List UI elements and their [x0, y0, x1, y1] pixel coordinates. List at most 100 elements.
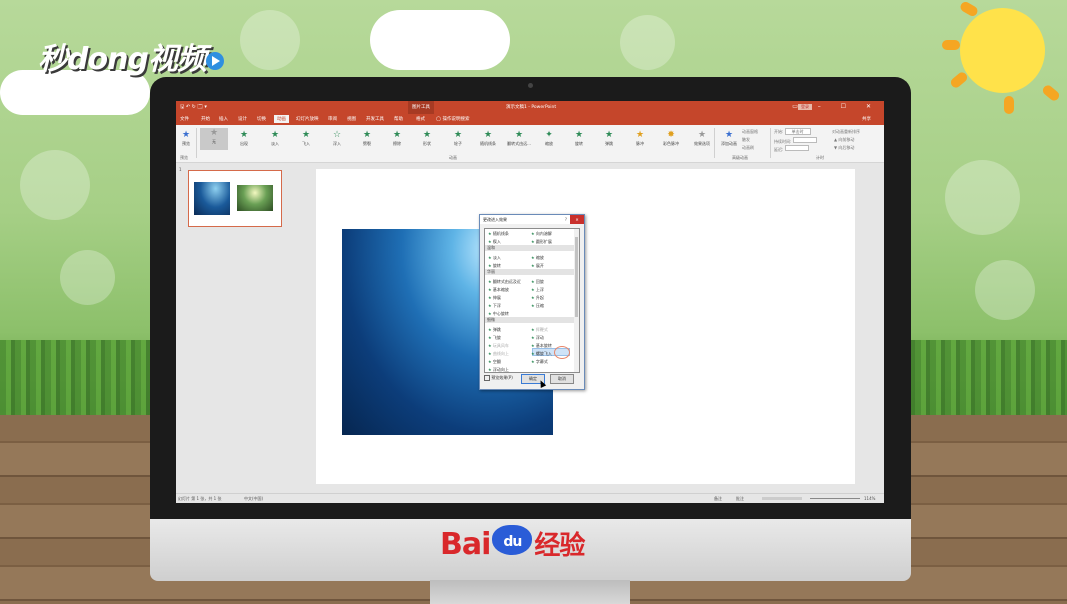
tab-animations[interactable]: 动画 [274, 115, 289, 123]
trigger-button[interactable]: 触发 [742, 137, 750, 143]
effect-list-item[interactable]: ★ 翻转式由远及近 [488, 279, 521, 285]
preview-button[interactable]: ★ 预览 [177, 130, 195, 147]
effect-list-item[interactable]: ★ 曲线向上 [488, 351, 509, 357]
effect-list-item[interactable]: ★ 缩放 [531, 255, 544, 261]
dialog-close-button[interactable]: ✕ [570, 215, 584, 224]
effect-wipe[interactable]: ★ 擦除 [388, 130, 406, 147]
tab-help[interactable]: 帮助 [394, 116, 403, 122]
effect-list-item[interactable]: ★ 基本旋转 [531, 343, 552, 349]
effect-list-item[interactable]: ★ 伸展 [488, 295, 501, 301]
slide-thumbnail[interactable] [188, 170, 282, 227]
effect-list-item[interactable]: ★ 压缩 [531, 303, 544, 309]
move-later-button[interactable]: ▼ 向后移动 [834, 145, 854, 151]
effect-wheel[interactable]: ★ 轮子 [449, 130, 467, 147]
effect-list-item[interactable]: ★ 中心旋转 [488, 311, 509, 317]
effect-list-item[interactable]: ★ 楔入 [488, 239, 501, 245]
effect-grow-turn[interactable]: ★ 翻转式由远... [504, 130, 534, 147]
effect-list-item[interactable]: ★ 回旋 [531, 279, 544, 285]
effect-list-item[interactable]: ★ 弹跳 [488, 327, 501, 333]
quick-access-toolbar[interactable]: 🖫 ↶ ↻ 🗔 ▾ [180, 104, 207, 112]
effect-list[interactable]: 温和 华丽 细微 ★ 随机线条 ★ 向内溶解 ★ 楔入 ★ 圆形扩展 ★ 淡入 ★ 缩放 ★… [484, 228, 580, 373]
effect-color-pulse[interactable]: ✸ 彩色脉冲 [660, 130, 682, 147]
effect-list-item-label: 升起 [535, 295, 544, 300]
effect-none[interactable]: ★ 无 [200, 128, 228, 150]
effect-list-item[interactable]: ★ 玩具风车 [488, 343, 509, 349]
effect-list-item[interactable]: ★ 空翻 [488, 359, 501, 365]
effect-split[interactable]: ★ 劈裂 [358, 130, 376, 147]
zoom-slider[interactable] [810, 498, 860, 499]
cancel-button[interactable]: 取消 [550, 374, 574, 384]
duration-input[interactable] [792, 137, 817, 143]
tab-slideshow[interactable]: 幻灯片放映 [296, 116, 319, 122]
star-icon: ★ [483, 130, 493, 140]
animation-pane-button[interactable]: 动画窗格 [742, 129, 758, 135]
help-button[interactable]: ? [565, 215, 567, 224]
move-earlier-button[interactable]: ▲ 向前移动 [834, 137, 854, 143]
effect-zoom[interactable]: ✦ 缩放 [540, 130, 558, 147]
tab-insert[interactable]: 插入 [219, 116, 228, 122]
tab-developer[interactable]: 开发工具 [366, 116, 384, 122]
effect-list-item[interactable]: ★ 旋转 [488, 263, 501, 269]
sun-ray [958, 0, 980, 18]
delay-input[interactable] [784, 145, 809, 151]
effect-list-item[interactable]: ★ 浮动 [531, 335, 544, 341]
add-animation-label: 添加动画 [721, 141, 737, 146]
ribbon-separator [714, 128, 715, 158]
effect-list-item[interactable]: ★ 下浮 [488, 303, 501, 309]
effect-list-item[interactable]: ★ 展开 [531, 263, 544, 269]
tell-me-box[interactable]: ◯ 操作说明搜索 [436, 116, 469, 122]
effect-float-in[interactable]: ☆ 浮入 [328, 130, 346, 147]
effect-swivel[interactable]: ★ 旋转 [570, 130, 588, 147]
tab-design[interactable]: 设计 [238, 116, 247, 122]
brand-logo: 秒dong视频 [38, 34, 224, 78]
effect-random-bars[interactable]: ★ 随机线条 [477, 130, 499, 147]
ribbon-separator [196, 128, 197, 158]
star-icon: ★ [270, 130, 280, 140]
effect-list-item[interactable]: ★ 字幕式 [531, 359, 548, 365]
effect-pulse[interactable]: ★ 脉冲 [631, 130, 649, 147]
view-buttons[interactable] [762, 497, 802, 500]
effect-fly-in[interactable]: ★ 飞入 [297, 130, 315, 147]
status-language[interactable]: 中文(中国) [244, 496, 263, 502]
effect-list-item[interactable]: ★ 升起 [531, 295, 544, 301]
effect-list-item[interactable]: ★ 向内溶解 [531, 231, 552, 237]
add-animation-button[interactable]: ★ 添加动画 [718, 130, 740, 147]
zoom-level[interactable]: 114% [864, 496, 875, 501]
effect-label: 缩放 [545, 141, 553, 146]
effect-list-item[interactable]: ★ 挥鞭式 [531, 327, 548, 333]
effect-list-item[interactable]: ★ 随机线条 [488, 231, 509, 237]
ribbon-animations: ★ 预览 ★ 无 ★ 出现 ★ 淡入 ★ 飞入 ☆ 浮入 ★ 劈裂 ★ 擦除 ★ 形状 ★ 轮子 ★… [176, 125, 884, 163]
animation-painter-button[interactable]: 动画刷 [742, 145, 754, 151]
effect-label: 淡入 [271, 141, 279, 146]
effect-list-scrollbar[interactable] [574, 229, 579, 372]
scrollbar-thumb[interactable] [575, 237, 578, 317]
tab-review[interactable]: 审阅 [328, 116, 337, 122]
effect-list-item-label: 弹跳 [492, 327, 501, 332]
start-select[interactable]: 单击时 [784, 128, 811, 135]
effect-appear[interactable]: ★ 出现 [235, 130, 253, 147]
effect-list-item[interactable]: ★ 圆形扩展 [531, 239, 552, 245]
dialog-title: 更改进入效果 [483, 217, 507, 222]
effect-list-item[interactable]: ★ 淡入 [488, 255, 501, 261]
notes-button[interactable]: 备注 [714, 496, 722, 502]
effect-list-item[interactable]: ★ 基本缩放 [488, 287, 509, 293]
effect-list-item[interactable]: ★ 螺旋飞入 [531, 351, 552, 357]
effect-shape[interactable]: ★ 形状 [418, 130, 436, 147]
preview-effect-checkbox[interactable]: 预览效果(P) [484, 375, 513, 381]
tab-transitions[interactable]: 切换 [257, 116, 266, 122]
tab-format[interactable]: 格式 [416, 116, 425, 122]
comments-button[interactable]: 批注 [736, 496, 744, 502]
effect-list-item[interactable]: ★ 浮动向上 [488, 367, 509, 372]
effect-options-button[interactable]: ★ 效果选项 [691, 130, 713, 147]
effect-list-item-label: 基本缩放 [492, 287, 509, 292]
effect-bounce[interactable]: ★ 弹跳 [600, 130, 618, 147]
share-button[interactable]: 共享 [862, 116, 871, 122]
checkbox-icon[interactable] [484, 375, 490, 381]
effect-fade[interactable]: ★ 淡入 [266, 130, 284, 147]
effect-list-item[interactable]: ★ 上浮 [531, 287, 544, 293]
tab-view[interactable]: 视图 [347, 116, 356, 122]
effect-list-item[interactable]: ★ 飞旋 [488, 335, 501, 341]
tab-file[interactable]: 文件 [180, 116, 189, 122]
tab-home[interactable]: 开始 [201, 116, 210, 122]
window-controls[interactable]: ▭ – ☐ ✕ [792, 103, 880, 110]
